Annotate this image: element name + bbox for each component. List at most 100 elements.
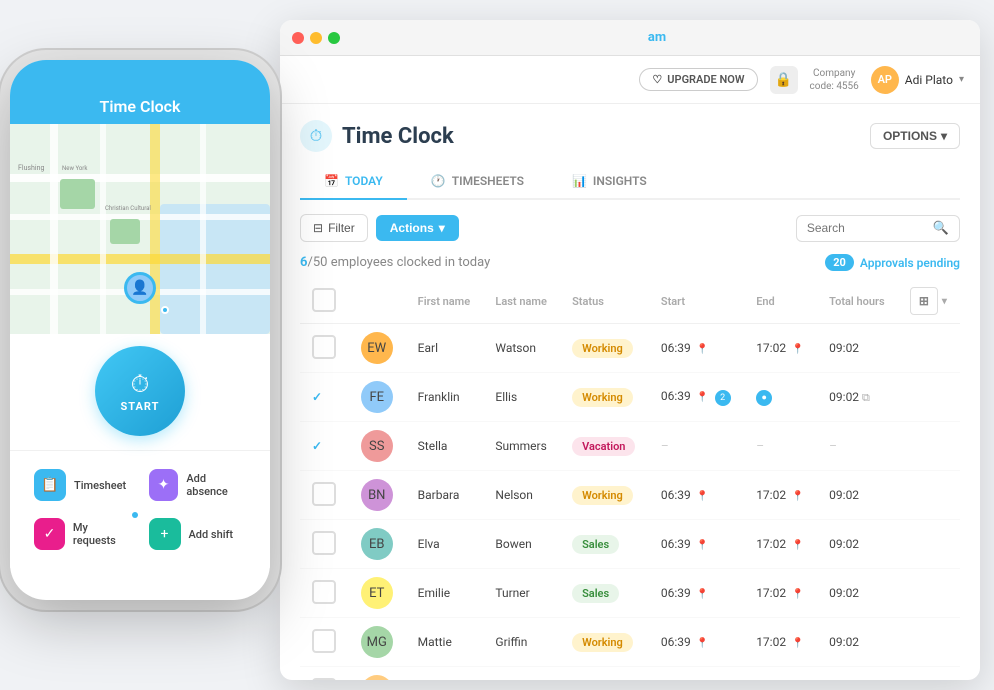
add-shift-icon: + [149,518,181,550]
phone-status-bar [10,60,270,88]
row-actions-3 [898,471,960,520]
status-badge-3: Working [572,486,633,505]
timesheet-label: Timesheet [74,479,126,492]
row-status-7: Vacation [560,667,649,681]
today-tab-icon: 📅 [324,174,339,188]
user-avatar: AP [871,66,899,94]
row-status-2: Vacation [560,422,649,471]
row-actions-5 [898,569,960,618]
tab-insights[interactable]: 📊 INSIGHTS [548,164,671,198]
row-start-2: – [649,422,744,471]
row-status-0: Working [560,324,649,373]
clock-start-label: START [121,400,160,413]
upgrade-button[interactable]: ♡ UPGRADE NOW [639,68,757,91]
row-select-5[interactable] [312,580,336,604]
titlebar-minimize-dot[interactable] [310,32,322,44]
row-checkbox-3 [300,471,349,520]
approvals-badge[interactable]: 20 Approvals pending [825,254,960,271]
map-location-dot [161,306,169,314]
employee-avatar-3: BN [361,479,393,511]
stats-row: 6/50 employees clocked in today 20 Appro… [280,250,980,279]
clock-start-button[interactable]: ⏱ START [95,346,185,436]
phone-my-requests-btn[interactable]: ✓ My requests [26,510,140,558]
row-select-3[interactable] [312,482,336,506]
employee-avatar-2: SS [361,430,393,462]
map-user-avatar: 👤 [124,272,156,304]
table-header-row: First name Last name Status Start End To… [300,279,960,324]
table-container: First name Last name Status Start End To… [280,279,980,680]
row-total-2: – [817,422,898,471]
phone-timesheet-btn[interactable]: 📋 Timesheet [26,461,140,509]
svg-text:Flushing: Flushing [18,164,44,172]
row-select-7[interactable] [312,678,336,681]
row-checkbox-6 [300,618,349,667]
row-total-0: 09:02 [817,324,898,373]
notification-badge-1: 2 [715,390,731,406]
page-title: Time Clock [342,124,454,149]
row-firstname-6: Mattie [406,618,484,667]
start-pin-icon-4: 📍 [694,540,709,551]
status-badge-4: Sales [572,535,619,554]
row-actions-0 [898,324,960,373]
titlebar-close-dot[interactable] [292,32,304,44]
row-avatar-3: BN [349,471,406,520]
col-end-header: End [744,279,817,324]
status-badge-1: Working [572,388,633,407]
desktop-titlebar: am [280,20,980,56]
employee-avatar-1: FE [361,381,393,413]
titlebar-maximize-dot[interactable] [328,32,340,44]
row-firstname-5: Emilie [406,569,484,618]
phone-add-absence-btn[interactable]: ✦ Add absence [141,461,255,509]
col-checkbox-header [300,279,349,324]
row-select-4[interactable] [312,531,336,555]
phone-add-shift-btn[interactable]: + Add shift [141,510,255,558]
row-select-0[interactable] [312,335,336,359]
select-all-checkbox[interactable] [312,288,336,312]
row-checkbox-2: ✓ [300,422,349,471]
total-count: 50 [313,255,328,270]
row-start-4: 06:39 📍 [649,520,744,569]
options-button[interactable]: OPTIONS ▾ [870,123,960,149]
employee-avatar-4: EB [361,528,393,560]
filter-button[interactable]: ⊟ Filter [300,214,368,242]
row-checkbox-1: ✓ [300,373,349,422]
row-firstname-0: Earl [406,324,484,373]
row-select-6[interactable] [312,629,336,653]
approvals-link[interactable]: Approvals pending [860,256,960,270]
table-view-chevron[interactable]: ▾ [942,296,947,307]
user-menu-chevron[interactable]: ▾ [959,74,964,85]
table-row: ✓ SS Stella Summers Vacation – – – [300,422,960,471]
add-shift-label: Add shift [189,528,234,541]
row-total-1: 09:02 ⧉ [817,373,898,422]
col-start-header: Start [649,279,744,324]
table-row: MG Mattie Griffin Working 06:39 📍 17:02 … [300,618,960,667]
employee-avatar-7: TF [361,675,393,680]
row-avatar-0: EW [349,324,406,373]
my-requests-icon: ✓ [34,518,65,550]
row-start-6: 06:39 📍 [649,618,744,667]
row-status-5: Sales [560,569,649,618]
search-box: 🔍 [796,215,960,242]
search-input[interactable] [807,221,927,235]
tab-timesheets[interactable]: 🕐 TIMESHEETS [407,164,548,198]
status-badge-0: Working [572,339,633,358]
actions-button[interactable]: Actions ▾ [376,215,459,241]
svg-text:Christian Cultural: Christian Cultural [105,205,151,212]
approvals-count: 20 [825,254,854,271]
copy-icon-1: ⧉ [862,391,870,404]
row-lastname-0: Watson [483,324,560,373]
row-avatar-5: ET [349,569,406,618]
lock-icon[interactable]: 🔒 [770,66,798,94]
map-background: Flushing New York Christian Cultural 👤 [10,124,270,334]
employee-avatar-0: EW [361,332,393,364]
row-end-7: – [744,667,817,681]
row-lastname-5: Turner [483,569,560,618]
table-grid-view-btn[interactable]: ⊞ [910,287,938,315]
tab-today[interactable]: 📅 TODAY [300,164,407,200]
row-total-6: 09:02 [817,618,898,667]
row-actions-7 [898,667,960,681]
app-brand: am [346,30,968,45]
col-totalhours-header: Total hours [817,279,898,324]
insights-tab-icon: 📊 [572,174,587,188]
row-status-6: Working [560,618,649,667]
